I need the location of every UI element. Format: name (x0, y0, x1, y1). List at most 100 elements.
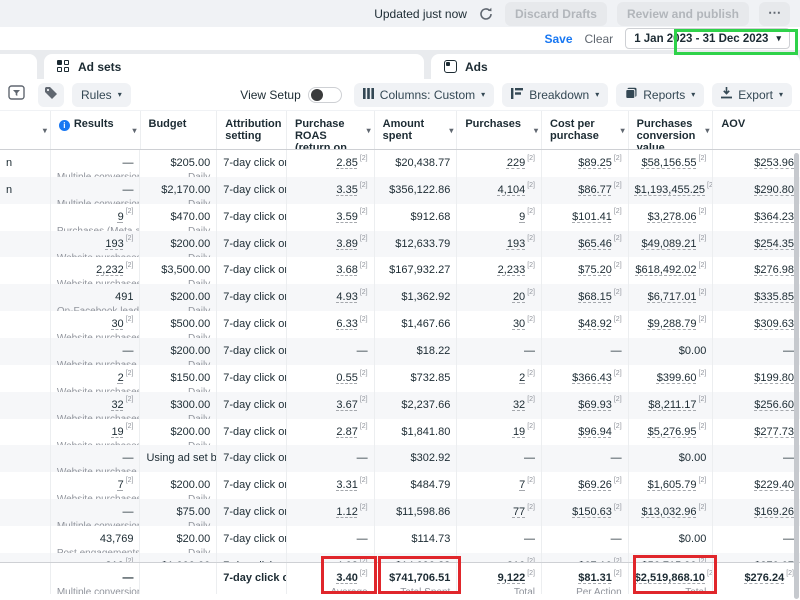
sort-arrow-icon[interactable]: ▾ (367, 125, 371, 137)
vertical-scrollbar[interactable] (794, 153, 799, 599)
cell-res: 19[2]Website purchases (50, 419, 140, 446)
cpp-value: — (611, 533, 622, 545)
cell-roas: 3.59[2] (286, 204, 374, 231)
cell-aov: $169.26 (712, 499, 800, 526)
cell-res: 491On-Facebook leads (50, 284, 140, 311)
cell-budget: $3,500.00Daily (139, 257, 216, 284)
sort-arrow-icon[interactable]: ▾ (621, 125, 625, 137)
cell-pcv: $56,715.90[2] (628, 553, 713, 562)
tab-campaigns-stub[interactable] (0, 54, 37, 79)
cell-spent: $14,090.88 (374, 553, 457, 562)
cell-pcv: $13,032.96[2] (628, 499, 713, 526)
column-header-label: Cost per purchase (550, 118, 599, 142)
chevron-down-icon: ▾ (595, 90, 599, 99)
cell-res: 30[2]Website purchases (50, 311, 140, 338)
discard-drafts-button[interactable]: Discard Drafts (505, 2, 607, 26)
tags-button[interactable] (38, 83, 64, 107)
table-row[interactable]: n—Multiple conversions$205.00Daily7-day … (0, 150, 800, 177)
res-value: 43,769 (100, 533, 134, 545)
column-header-aov: AOV (712, 111, 800, 149)
cpp-value: $75.20 (578, 264, 612, 276)
table-row[interactable]: —Website purchase$200.00Daily7-day click… (0, 338, 800, 365)
filters-button[interactable] (4, 83, 30, 107)
column-header-res[interactable]: iResults▾ (50, 111, 140, 149)
res-value: — (122, 452, 133, 464)
footnote-marker: [2] (126, 423, 134, 430)
table-row[interactable]: 2,232[2]Website purchases$3,500.00Daily7… (0, 257, 800, 284)
table-row[interactable]: 30[2]Website purchases$500.00Daily7-day … (0, 311, 800, 338)
pur-sublabel: Total (463, 587, 535, 594)
column-header-pcv[interactable]: Purchases conversion value▾ (628, 111, 713, 149)
table-row[interactable]: 7[2]Website purchases$200.00Daily7-day c… (0, 472, 800, 499)
reports-icon (625, 87, 637, 102)
table-row[interactable]: —Multiple conversions$75.00Daily7-day cl… (0, 499, 800, 526)
table-row[interactable]: —Website purchaseUsing ad set bud...7-da… (0, 445, 800, 472)
spent-value: $1,467.66 (401, 318, 450, 330)
pcv-value: $2,519,868.10 (635, 572, 705, 584)
table-header-row: ▾iResults▾BudgetAttribution settingPurch… (0, 111, 800, 150)
table-row[interactable]: 9[2]Purchases (Meta an...$470.00Daily7-d… (0, 204, 800, 231)
column-header-cpp[interactable]: Cost per purchase ▾ (541, 111, 628, 149)
spent-value: $114.73 (411, 533, 450, 545)
cell-res: 7[2]Website purchases (50, 472, 140, 499)
table-row[interactable]: 2[2]Website purchases$150.00Daily7-day c… (0, 365, 800, 392)
column-header-roas[interactable]: Purchase ROAS (return on ad spend)▾ (286, 111, 374, 149)
date-filter-bar: Save Clear 1 Jan 2023 - 31 Dec 2023 ▾ (0, 27, 800, 50)
table-row[interactable]: 193[2]Website purchases$200.00Daily7-day… (0, 231, 800, 258)
sort-arrow-icon[interactable]: ▾ (534, 125, 538, 137)
breakdown-button[interactable]: Breakdown ▾ (502, 83, 608, 107)
reports-button[interactable]: Reports ▾ (616, 83, 704, 107)
cell-aov: $270.07 (712, 553, 800, 562)
sort-arrow-icon[interactable]: ▾ (133, 125, 137, 137)
attr-value: 7-day click or 1... (223, 157, 286, 169)
date-range-selector[interactable]: 1 Jan 2023 - 31 Dec 2023 ▾ (625, 28, 790, 49)
review-and-publish-button[interactable]: Review and publish (617, 2, 749, 26)
column-header-spent[interactable]: Amount spent▾ (374, 111, 457, 149)
budget-value: $3,500.00 (161, 264, 210, 276)
budget-value: $150.00 (170, 372, 210, 384)
table-row[interactable]: 491On-Facebook leads$200.00Daily7-day cl… (0, 284, 800, 311)
table-row[interactable]: 32[2]Website purchases$300.00Daily7-day … (0, 392, 800, 419)
cell-spent: $167,932.27 (374, 257, 457, 284)
table-row[interactable]: 43,769Post engagements$20.00Daily7-day c… (0, 526, 800, 553)
spent-value: $484.79 (411, 479, 451, 491)
column-header-frag[interactable]: ▾ (0, 111, 50, 149)
table-row[interactable]: 210[2]$1,000.007-day click or 1...4.02[2… (0, 553, 800, 562)
column-header-budget: Budget (140, 111, 217, 149)
cell-pur: 77[2] (456, 499, 541, 526)
tab-ad-sets[interactable]: Ad sets (44, 54, 424, 79)
cell-res: 2[2]Website purchases (50, 365, 140, 392)
roas-value: — (357, 452, 368, 464)
cell-budget: $75.00Daily (139, 499, 216, 526)
rules-button[interactable]: Rules ▾ (72, 83, 131, 107)
pcv-value: $1,193,455.25 (635, 184, 705, 196)
chevron-down-icon: ▾ (779, 90, 783, 99)
sort-arrow-icon[interactable]: ▾ (705, 125, 709, 137)
export-button[interactable]: Export ▾ (712, 83, 792, 107)
budget-value: $470.00 (170, 211, 210, 223)
frag-value: n (6, 157, 12, 169)
save-link[interactable]: Save (544, 32, 572, 46)
cell-cpp: — (541, 526, 628, 553)
cell-res: 193[2]Website purchases (50, 231, 140, 258)
more-options-button[interactable]: ⋯ (759, 2, 790, 26)
columns-button[interactable]: Columns: Custom ▾ (354, 83, 494, 107)
view-setup-toggle[interactable] (308, 87, 342, 103)
column-header-pur[interactable]: Purchases▾ (456, 111, 541, 149)
aov-value: $256.60 (754, 399, 794, 411)
clear-link[interactable]: Clear (585, 32, 614, 46)
sort-arrow-icon[interactable]: ▾ (43, 125, 47, 137)
aov-value: $335.85 (754, 291, 794, 303)
cell-roas: 6.33[2] (286, 311, 374, 338)
cell-attr: 7-day click or 1... (216, 499, 286, 526)
refresh-icon[interactable] (477, 5, 495, 23)
table-row[interactable]: 19[2]Website purchases$200.00Daily7-day … (0, 419, 800, 446)
tab-ads[interactable]: Ads (431, 54, 800, 79)
column-header-label: Results (74, 118, 114, 130)
budget-value: $500.00 (170, 318, 210, 330)
table-row[interactable]: n—Multiple conversions$2,170.00Daily7-da… (0, 177, 800, 204)
cell-roas: — (286, 445, 374, 472)
export-label: Export (738, 88, 773, 102)
footnote-marker: [2] (614, 316, 622, 323)
sort-arrow-icon[interactable]: ▾ (449, 125, 453, 137)
